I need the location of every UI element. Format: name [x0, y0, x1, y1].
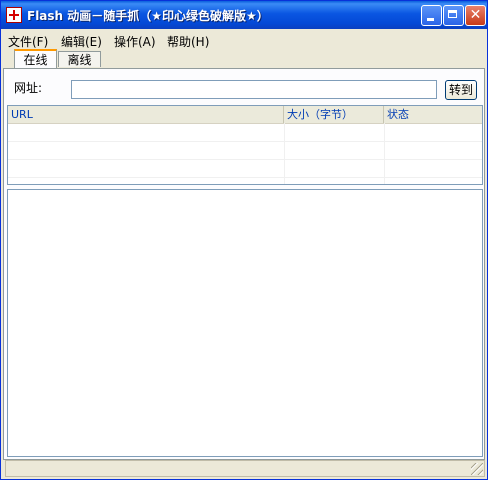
column-status[interactable]: 状态 — [384, 106, 482, 123]
status-bar — [5, 460, 485, 477]
list-row[interactable] — [8, 160, 482, 178]
address-input[interactable] — [71, 80, 437, 99]
title-bar[interactable]: Flash 动画－随手抓（★印心绿色破解版★） ✕ — [1, 1, 487, 29]
list-row[interactable] — [8, 142, 482, 160]
window-title: Flash 动画－随手抓（★印心绿色破解版★） — [27, 9, 269, 23]
menu-file[interactable]: 文件(F) — [8, 33, 48, 50]
app-icon[interactable] — [6, 7, 22, 23]
column-size[interactable]: 大小（字节） — [284, 106, 384, 123]
tab-online[interactable]: 在线 — [14, 49, 57, 69]
list-row[interactable] — [8, 124, 482, 142]
go-button[interactable]: 转到 — [445, 80, 477, 100]
column-divider — [284, 123, 285, 184]
menu-edit[interactable]: 编辑(E) — [61, 33, 102, 50]
close-button[interactable]: ✕ — [465, 5, 486, 26]
tab-strip: 在线 离线 — [1, 49, 487, 69]
download-list[interactable]: URL 大小（字节） 状态 — [7, 105, 483, 185]
close-icon: ✕ — [469, 7, 482, 23]
tab-panel: 网址: 转到 URL 大小（字节） 状态 — [3, 68, 485, 460]
column-divider — [384, 123, 385, 184]
preview-area[interactable] — [7, 189, 483, 457]
column-url[interactable]: URL — [8, 106, 284, 123]
menu-action[interactable]: 操作(A) — [114, 33, 156, 50]
list-header: URL 大小（字节） 状态 — [8, 106, 482, 124]
menu-help[interactable]: 帮助(H) — [167, 33, 209, 50]
tab-offline[interactable]: 离线 — [58, 51, 101, 67]
minimize-button[interactable] — [421, 5, 442, 26]
menu-bar: 文件(F) 编辑(E) 操作(A) 帮助(H) — [1, 31, 487, 49]
app-window: Flash 动画－随手抓（★印心绿色破解版★） ✕ 文件(F) 编辑(E) 操作… — [0, 0, 488, 480]
address-label: 网址: — [14, 81, 43, 95]
maximize-button[interactable] — [443, 5, 464, 26]
resize-grip-icon[interactable] — [471, 463, 483, 475]
